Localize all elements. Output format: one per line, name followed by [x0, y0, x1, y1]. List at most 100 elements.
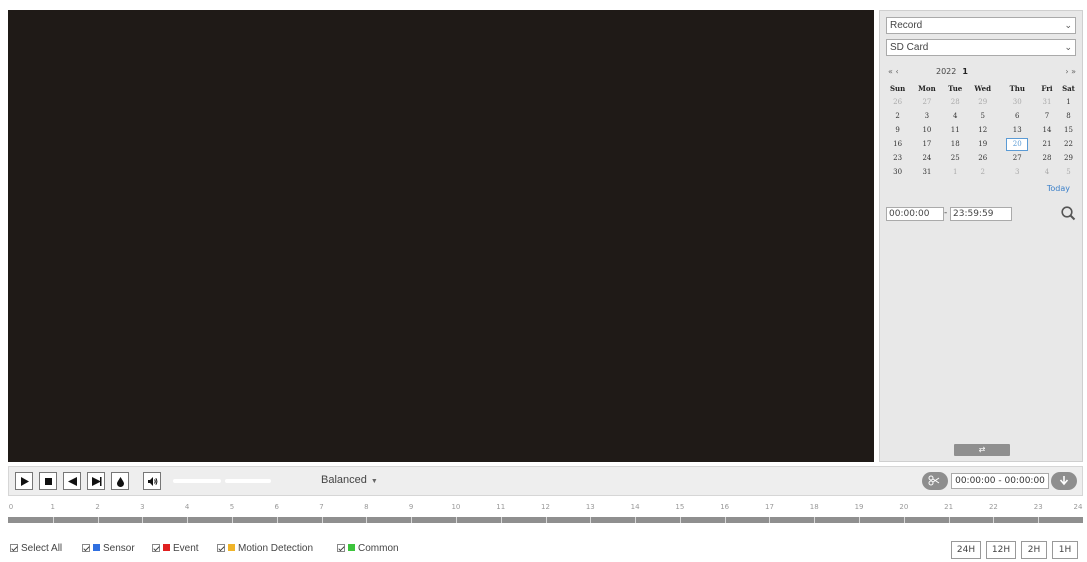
start-time-input[interactable]: 00:00:00 [886, 207, 944, 221]
clip-range-field[interactable]: 00:00:00 - 00:00:00 [951, 473, 1049, 489]
calendar-day[interactable]: 27 [998, 151, 1037, 165]
sensor-checkbox[interactable]: Sensor [82, 543, 135, 554]
calendar-day[interactable]: 29 [1057, 151, 1080, 165]
timeline-hour-label: 15 [675, 503, 685, 511]
calendar-next-nav[interactable]: › » [1065, 67, 1076, 76]
stream-quality-select[interactable]: Balanced ▼ [321, 474, 378, 486]
time-range-dash: - [944, 208, 948, 218]
snapshot-button[interactable] [111, 472, 129, 490]
calendar-day[interactable]: 15 [1057, 123, 1080, 137]
select-all-checkbox[interactable]: Select All [10, 543, 62, 554]
calendar-day[interactable]: 3 [911, 109, 942, 123]
calendar-day[interactable]: 21 [1037, 137, 1057, 151]
calendar-day[interactable]: 20 [998, 137, 1037, 151]
calendar-month: 1 [962, 67, 968, 76]
calendar-day[interactable]: 28 [1037, 151, 1057, 165]
volume-slider[interactable] [173, 479, 221, 483]
playback-control-bar: Balanced ▼ 00:00:00 - 00:00:00 [8, 466, 1083, 496]
end-time-input[interactable]: 23:59:59 [950, 207, 1012, 221]
zoom-1h-button[interactable]: 1H [1052, 541, 1078, 559]
storage-select[interactable]: SD Card ⌄ [886, 39, 1076, 56]
calendar-day[interactable]: 2 [884, 109, 911, 123]
calendar-day[interactable]: 30 [998, 95, 1037, 109]
search-icon[interactable] [1060, 205, 1076, 221]
calendar-day[interactable]: 31 [1037, 95, 1057, 109]
calendar-day[interactable]: 10 [911, 123, 942, 137]
zoom-2h-button[interactable]: 2H [1021, 541, 1047, 559]
fast-forward-button[interactable] [87, 472, 105, 490]
play-button[interactable] [15, 472, 33, 490]
stream-quality-value: Balanced [321, 474, 367, 486]
calendar-day[interactable]: 11 [943, 123, 968, 137]
calendar-day[interactable]: 5 [1057, 165, 1080, 179]
calendar-day[interactable]: 18 [943, 137, 968, 151]
calendar-day[interactable]: 26 [968, 151, 998, 165]
calendar-day[interactable]: 4 [1037, 165, 1057, 179]
zoom-24h-button[interactable]: 24H [951, 541, 981, 559]
calendar-weekday: Mon [918, 83, 936, 93]
calendar-day[interactable]: 6 [998, 109, 1037, 123]
calendar-day[interactable]: 29 [968, 95, 998, 109]
calendar-day[interactable]: 22 [1057, 137, 1080, 151]
event-checkbox[interactable]: Event [152, 543, 199, 554]
calendar-day[interactable]: 16 [884, 137, 911, 151]
calendar-day[interactable]: 28 [943, 95, 968, 109]
timeline-hour-separator [500, 517, 502, 523]
calendar-day[interactable]: 17 [911, 137, 942, 151]
timeline-hour-label: 7 [319, 503, 324, 511]
motion-detection-checkbox[interactable]: Motion Detection [217, 543, 313, 554]
record-type-value: Record [890, 20, 923, 31]
caret-down-icon: ▼ [370, 478, 378, 485]
today-link[interactable]: Today [1047, 184, 1070, 193]
zoom-12h-button[interactable]: 12H [986, 541, 1016, 559]
timeline-hour-label: 16 [720, 503, 730, 511]
calendar-prev-nav[interactable]: « ‹ [888, 67, 899, 76]
calendar-day[interactable]: 25 [943, 151, 968, 165]
clip-button[interactable] [922, 472, 948, 490]
timeline-hour-separator [859, 517, 861, 523]
calendar-day[interactable]: 31 [911, 165, 942, 179]
timeline-hour-label: 12 [541, 503, 550, 511]
calendar-day[interactable]: 9 [884, 123, 911, 137]
calendar-day[interactable]: 1 [1057, 95, 1080, 109]
calendar-day[interactable]: 2 [968, 165, 998, 179]
record-type-select[interactable]: Record ⌄ [886, 17, 1076, 34]
calendar-day[interactable]: 4 [943, 109, 968, 123]
speaker-icon [148, 477, 158, 486]
stop-button[interactable] [39, 472, 57, 490]
slow-down-button[interactable] [63, 472, 81, 490]
calendar-header: « ‹ 2022 1 › » [888, 67, 1076, 79]
volume-button[interactable] [143, 472, 161, 490]
speed-slider[interactable] [225, 479, 271, 483]
swap-panel-button[interactable]: ⇄ [954, 444, 1010, 456]
calendar-days: 26 27 28 29 30 31 1 2 3 4 5 6 7 8 9 10 11 12 13 14 15 16 17 18 1… [884, 95, 1080, 179]
calendar-day[interactable]: 27 [911, 95, 942, 109]
calendar-day[interactable]: 23 [884, 151, 911, 165]
calendar-day[interactable]: 12 [968, 123, 998, 137]
timeline-bar[interactable] [8, 517, 1083, 523]
calendar-day[interactable]: 13 [998, 123, 1037, 137]
calendar-day[interactable]: 8 [1057, 109, 1080, 123]
calendar-day[interactable]: 30 [884, 165, 911, 179]
video-playback-area[interactable] [8, 10, 874, 462]
timeline-hour-separator [97, 517, 99, 523]
calendar-day[interactable]: 19 [968, 137, 998, 151]
timeline-hour-separator [455, 517, 457, 523]
download-button[interactable] [1051, 472, 1077, 490]
calendar-day[interactable]: 1 [943, 165, 968, 179]
calendar-year: 2022 [936, 67, 957, 76]
calendar-day[interactable]: 14 [1037, 123, 1057, 137]
timeline-hour-label: 21 [944, 503, 954, 511]
calendar-day[interactable]: 7 [1037, 109, 1057, 123]
timeline-hour-separator [590, 517, 592, 523]
calendar-day[interactable]: 3 [998, 165, 1037, 179]
timeline[interactable]: 0 1 2 3 4 5 6 7 8 9 10 11 12 13 14 15 16 17 18 19 20 21 22 23 24 [8, 500, 1083, 526]
common-checkbox[interactable]: Common [337, 543, 399, 554]
calendar-day[interactable]: 24 [911, 151, 942, 165]
timeline-hour-separator [321, 517, 323, 523]
timeline-hour-separator [993, 517, 995, 523]
sensor-color-swatch [93, 544, 100, 551]
rewind-icon [68, 477, 77, 486]
calendar-day[interactable]: 26 [884, 95, 911, 109]
calendar-day[interactable]: 5 [968, 109, 998, 123]
